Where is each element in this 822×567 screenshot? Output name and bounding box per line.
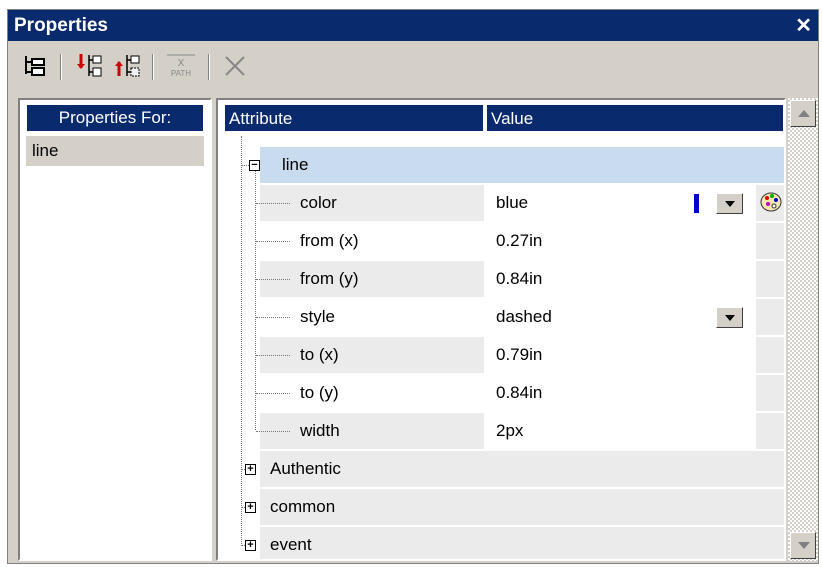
expand-icon[interactable]: + [245,502,256,513]
group-label: common [270,497,336,516]
group-label: event [270,535,312,554]
attribute-value[interactable]: 0.84in [496,383,542,403]
group-row-event[interactable]: + event [218,526,784,559]
expand-icon[interactable]: + [245,464,256,475]
group-row-authentic[interactable]: + Authentic [218,450,784,488]
table-row[interactable]: color blue [218,184,784,222]
toolbar-separator [60,54,62,80]
color-swatch [694,194,699,213]
close-button[interactable]: ✕ [795,13,812,38]
toolbar-separator [208,54,210,80]
toolbar: X PATH [8,42,818,96]
attribute-name: from (y) [300,269,359,288]
properties-for-item[interactable]: line [26,136,204,166]
collapse-icon[interactable]: − [249,160,260,171]
xpath-button[interactable]: X PATH [164,50,198,82]
xpath-icon-sublabel: PATH [171,69,191,78]
attribute-name: to (x) [300,345,339,364]
color-palette-icon[interactable] [759,190,783,214]
table-row[interactable]: to (y) 0.84in [218,374,784,412]
group-label: Authentic [270,459,341,478]
attribute-value[interactable]: blue [496,193,528,213]
properties-for-panel: Properties For: line [18,98,212,561]
attribute-name: style [300,307,335,326]
style-dropdown-button[interactable] [716,307,743,328]
delete-icon [225,56,245,76]
attribute-name: from (x) [300,231,359,250]
table-row[interactable]: style dashed [218,298,784,336]
delete-button[interactable] [218,50,252,82]
attribute-name: to (y) [300,383,339,402]
table-row[interactable]: from (y) 0.84in [218,260,784,298]
tree-view-button[interactable] [18,50,52,82]
scroll-up-button[interactable] [790,100,816,127]
attribute-column-header[interactable]: Attribute [224,104,484,132]
attribute-name: color [300,193,337,212]
window-title: Properties [14,15,108,36]
color-dropdown-button[interactable] [716,193,743,214]
attribute-name: width [300,421,340,440]
insert-after-icon [115,55,140,77]
insert-before-button[interactable] [72,50,106,82]
attribute-value[interactable]: 0.27in [496,231,542,251]
properties-window: Properties ✕ X PATH Properties For: line… [7,9,819,564]
vertical-scrollbar[interactable] [788,98,818,561]
toolbar-separator [152,54,154,80]
table-row[interactable]: to (x) 0.79in [218,336,784,374]
attribute-value[interactable]: 0.79in [496,345,542,365]
attribute-value[interactable]: 2px [496,421,523,441]
insert-before-icon [77,54,102,77]
table-row[interactable]: width 2px [218,412,784,450]
value-column-header[interactable]: Value [486,104,784,132]
group-label: line [282,155,309,174]
group-row-line[interactable]: − line [218,146,784,184]
xpath-icon-label: X [178,58,185,69]
table-row[interactable]: from (x) 0.27in [218,222,784,260]
scroll-down-button[interactable] [790,532,816,559]
title-bar: Properties ✕ [8,10,818,41]
attribute-value[interactable]: dashed [496,307,552,327]
insert-after-button[interactable] [110,50,144,82]
attribute-value[interactable]: 0.84in [496,269,542,289]
xpath-icon: X PATH [167,54,195,78]
expand-icon[interactable]: + [245,540,256,551]
tree-view-icon [25,56,45,76]
properties-for-header: Properties For: [26,104,204,132]
attribute-grid: Attribute Value − line color blue from (… [216,98,786,561]
group-row-common[interactable]: + common [218,488,784,526]
